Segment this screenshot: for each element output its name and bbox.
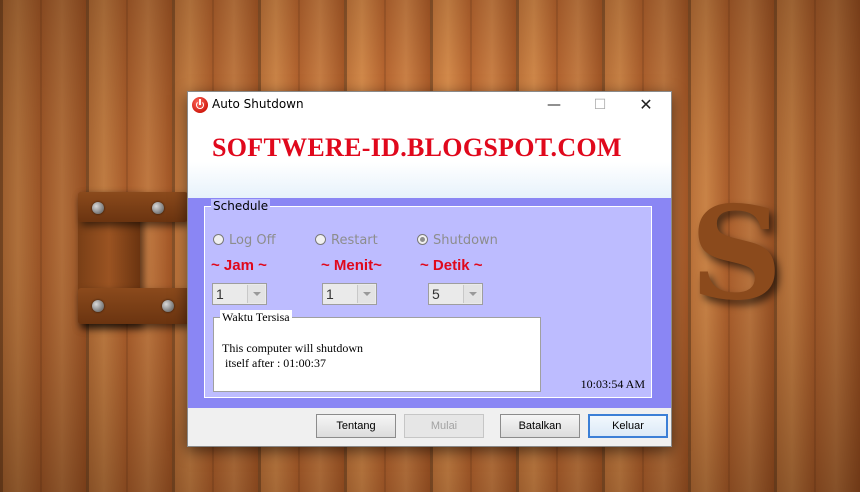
radio-label: Restart [331,233,378,248]
radio-indicator [417,234,428,245]
minutes-select[interactable]: 1 [322,283,377,305]
minutes-value: 1 [326,286,334,302]
minutes-label: ~ Menit~ [321,257,382,274]
schedule-group: Schedule Log Off Restart Shutdown ~ Jam … [204,199,652,398]
radio-indicator [315,234,326,245]
cancel-button[interactable]: Batalkan [500,414,580,438]
remaining-time-legend: Waktu Tersisa [220,310,292,325]
hours-select[interactable]: 1 [212,283,267,305]
seconds-select[interactable]: 5 [428,283,483,305]
schedule-area: Schedule Log Off Restart Shutdown ~ Jam … [188,198,671,408]
title-bar[interactable]: Auto Shutdown — ☐ ✕ [188,92,671,118]
start-button[interactable]: Mulai [404,414,484,438]
hours-value: 1 [216,286,224,302]
minimize-button[interactable]: — [531,92,577,118]
hours-label: ~ Jam ~ [211,257,267,274]
banner-text: SOFTWERE-ID.BLOGSPOT.COM [212,133,622,162]
background-logo-s: S [690,179,783,329]
close-button[interactable]: ✕ [623,92,669,118]
maximize-button[interactable]: ☐ [577,92,623,118]
chevron-down-icon[interactable] [357,285,375,303]
radio-indicator [213,234,224,245]
about-button[interactable]: Tentang [316,414,396,438]
remaining-time-message: This computer will shutdown itself after… [222,341,363,370]
seconds-value: 5 [432,286,440,302]
seconds-label: ~ Detik ~ [420,257,483,274]
exit-button[interactable]: Keluar [588,414,668,438]
power-icon [192,97,208,113]
radio-label: Log Off [229,233,276,248]
schedule-legend: Schedule [211,199,271,213]
radio-restart[interactable]: Restart [315,233,378,248]
chevron-down-icon[interactable] [463,285,481,303]
remaining-time-group: Waktu Tersisa This computer will shutdow… [213,310,541,392]
chevron-down-icon[interactable] [247,285,265,303]
radio-log-off[interactable]: Log Off [213,233,276,248]
radio-shutdown[interactable]: Shutdown [417,233,498,248]
header-banner: SOFTWERE-ID.BLOGSPOT.COM [188,118,671,198]
current-time: 10:03:54 AM [580,377,645,391]
window-title: Auto Shutdown [212,97,304,111]
radio-label: Shutdown [433,233,498,248]
auto-shutdown-window: Auto Shutdown — ☐ ✕ SOFTWERE-ID.BLOGSPOT… [187,91,672,447]
background-logo-l [78,192,190,324]
